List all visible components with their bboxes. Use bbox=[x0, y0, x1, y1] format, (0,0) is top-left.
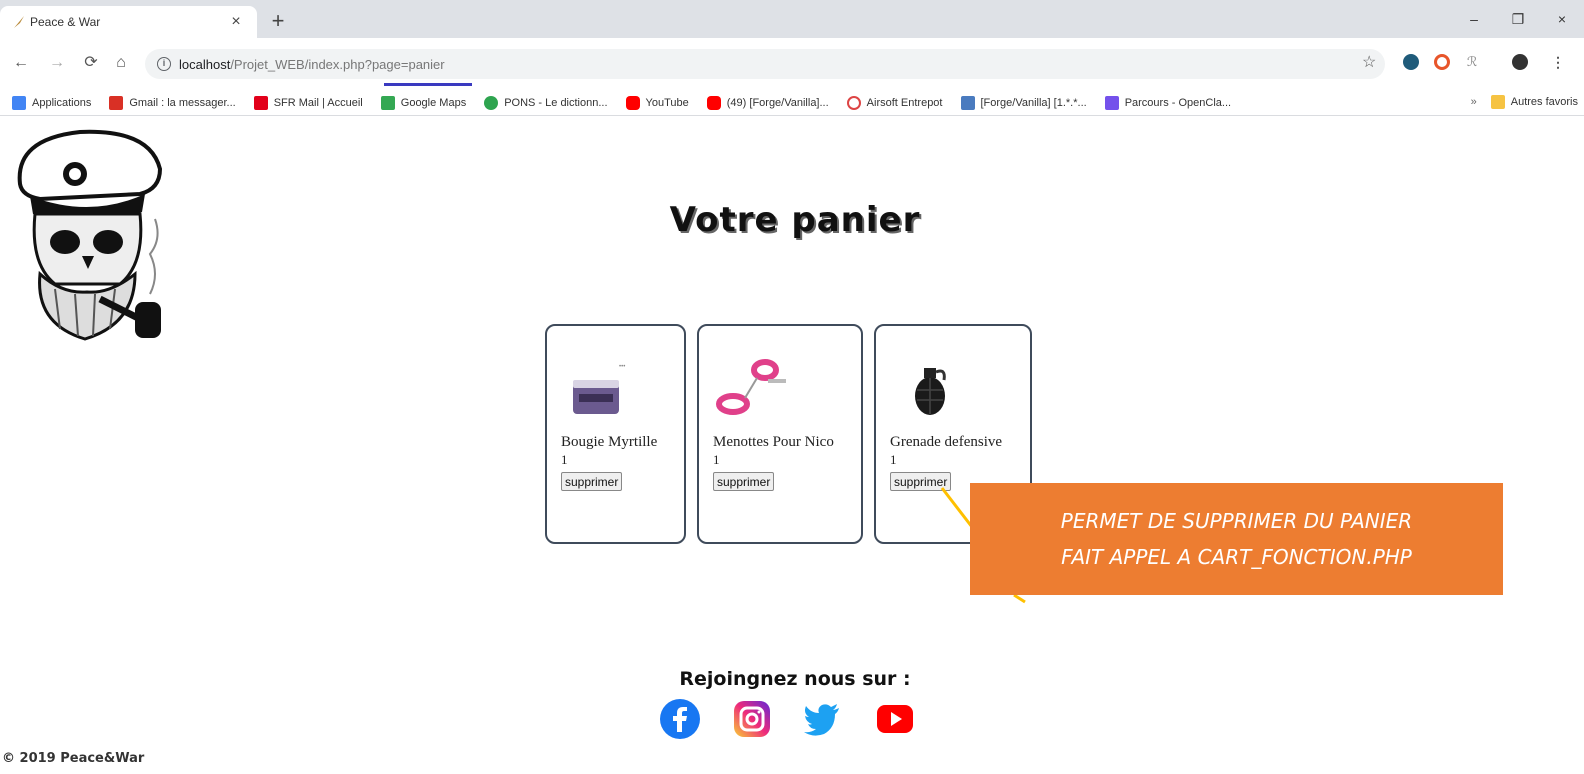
gmail-icon bbox=[109, 95, 124, 110]
menu-kebab-icon[interactable]: ⋮ bbox=[1550, 54, 1566, 70]
openclassrooms-icon bbox=[1104, 95, 1119, 110]
extension-globe-icon[interactable] bbox=[1403, 54, 1419, 70]
extension-r-icon[interactable]: ℛ bbox=[1464, 54, 1480, 70]
copyright-text: © 2019 Peace&War bbox=[2, 751, 145, 766]
reload-icon[interactable]: ⟳ bbox=[80, 51, 102, 75]
bookmark-forge-vanilla[interactable]: [Forge/Vanilla] [1.*.*... bbox=[960, 95, 1087, 110]
folder-icon bbox=[1490, 95, 1505, 109]
apps-grid-icon bbox=[12, 95, 26, 110]
bookmark-sfr-mail[interactable]: SFR Mail | Accueil bbox=[253, 95, 363, 110]
tab-close-icon[interactable]: × bbox=[227, 13, 245, 31]
maximize-button[interactable]: ❐ bbox=[1496, 0, 1540, 38]
tab-title: Peace & War bbox=[30, 15, 101, 29]
url-highlight-underline bbox=[384, 83, 472, 86]
bookmark-star-icon[interactable]: ☆ bbox=[1362, 52, 1376, 72]
youtube-icon[interactable] bbox=[874, 698, 916, 740]
info-icon[interactable]: i bbox=[157, 57, 171, 71]
other-favorites[interactable]: Autres favoris bbox=[1511, 96, 1578, 108]
svg-text:•••: ••• bbox=[619, 364, 625, 370]
cart-item-card: Menottes Pour Nico 1 supprimer bbox=[697, 324, 863, 544]
cart-item-name: Menottes Pour Nico bbox=[713, 434, 834, 450]
bookmark-airsoft[interactable]: Airsoft Entrepot bbox=[846, 95, 943, 110]
cart-item-quantity: 1 bbox=[890, 452, 897, 467]
bookmark-youtube[interactable]: YouTube bbox=[625, 95, 689, 110]
callout-line-2: FAIT APPEL A CART_FONCTION.PHP bbox=[1061, 545, 1412, 569]
social-heading: Rejoingnez nous sur : bbox=[679, 668, 911, 690]
candle-product-image: ••• bbox=[573, 364, 625, 414]
target-icon bbox=[846, 95, 861, 110]
bookmark-google-maps[interactable]: Google Maps bbox=[380, 95, 466, 110]
cart-item-name: Bougie Myrtille bbox=[561, 434, 658, 450]
facebook-icon[interactable] bbox=[659, 698, 701, 740]
handcuffs-product-image bbox=[716, 359, 786, 415]
new-tab-button[interactable]: + bbox=[266, 10, 290, 34]
bookmark-pons[interactable]: PONS - Le dictionn... bbox=[484, 95, 608, 110]
cart-item-quantity: 1 bbox=[561, 452, 568, 467]
youtube-icon bbox=[625, 95, 640, 110]
close-window-button[interactable]: × bbox=[1540, 0, 1584, 38]
browser-toolbar: ← → ⟳ ⌂ i localhost/Projet_WEB/index.php… bbox=[0, 38, 1584, 90]
page-title: Votre panier bbox=[669, 200, 921, 240]
instagram-icon[interactable] bbox=[731, 698, 773, 740]
youtube-icon bbox=[706, 95, 721, 110]
remove-item-button[interactable]: supprimer bbox=[713, 472, 775, 491]
feather-favicon-icon bbox=[14, 16, 24, 28]
extension-target-icon[interactable] bbox=[1434, 54, 1450, 70]
cart-item-name: Grenade defensive bbox=[890, 434, 1003, 450]
twitter-icon[interactable] bbox=[801, 698, 843, 740]
bookmark-gmail[interactable]: Gmail : la messager... bbox=[109, 95, 236, 110]
home-icon[interactable]: ⌂ bbox=[110, 51, 132, 75]
remove-item-button[interactable]: supprimer bbox=[561, 472, 623, 491]
cart-item-card: ••• Bougie Myrtille 1 supprimer bbox=[545, 324, 686, 544]
url-text[interactable]: localhost/Projet_WEB/index.php?page=pani… bbox=[179, 57, 445, 72]
browser-tab[interactable]: Peace & War × bbox=[0, 6, 257, 38]
sfr-icon bbox=[253, 95, 268, 110]
back-arrow-icon[interactable]: ← bbox=[10, 51, 32, 75]
annotation-callout: PERMET DE SUPPRIMER DU PANIER FAIT APPEL… bbox=[970, 483, 1503, 595]
bookmark-openclassrooms[interactable]: Parcours - OpenCla... bbox=[1104, 95, 1231, 110]
browser-tabstrip: Peace & War × + – ❐ × bbox=[0, 0, 1584, 38]
bookmark-applications[interactable]: Applications bbox=[12, 95, 91, 110]
forum-icon bbox=[960, 95, 975, 110]
window-controls: – ❐ × bbox=[1452, 0, 1584, 38]
maps-icon bbox=[380, 95, 395, 110]
minimize-button[interactable]: – bbox=[1452, 0, 1496, 38]
bookmarks-bar: Applications Gmail : la messager... SFR … bbox=[0, 90, 1584, 116]
bookmark-forge-youtube[interactable]: (49) [Forge/Vanilla]... bbox=[706, 95, 829, 110]
profile-avatar-icon[interactable] bbox=[1512, 54, 1528, 70]
pons-icon bbox=[484, 95, 499, 110]
more-bookmarks-chevron-icon[interactable]: » bbox=[1471, 96, 1477, 108]
cart-item-quantity: 1 bbox=[713, 452, 720, 467]
forward-arrow-icon[interactable]: → bbox=[46, 51, 68, 75]
bookmarks-overflow: » Autres favoris bbox=[1471, 95, 1578, 109]
address-bar[interactable]: i localhost/Projet_WEB/index.php?page=pa… bbox=[145, 49, 1385, 79]
callout-line-1: PERMET DE SUPPRIMER DU PANIER bbox=[1060, 509, 1413, 533]
grenade-product-image bbox=[915, 368, 946, 415]
